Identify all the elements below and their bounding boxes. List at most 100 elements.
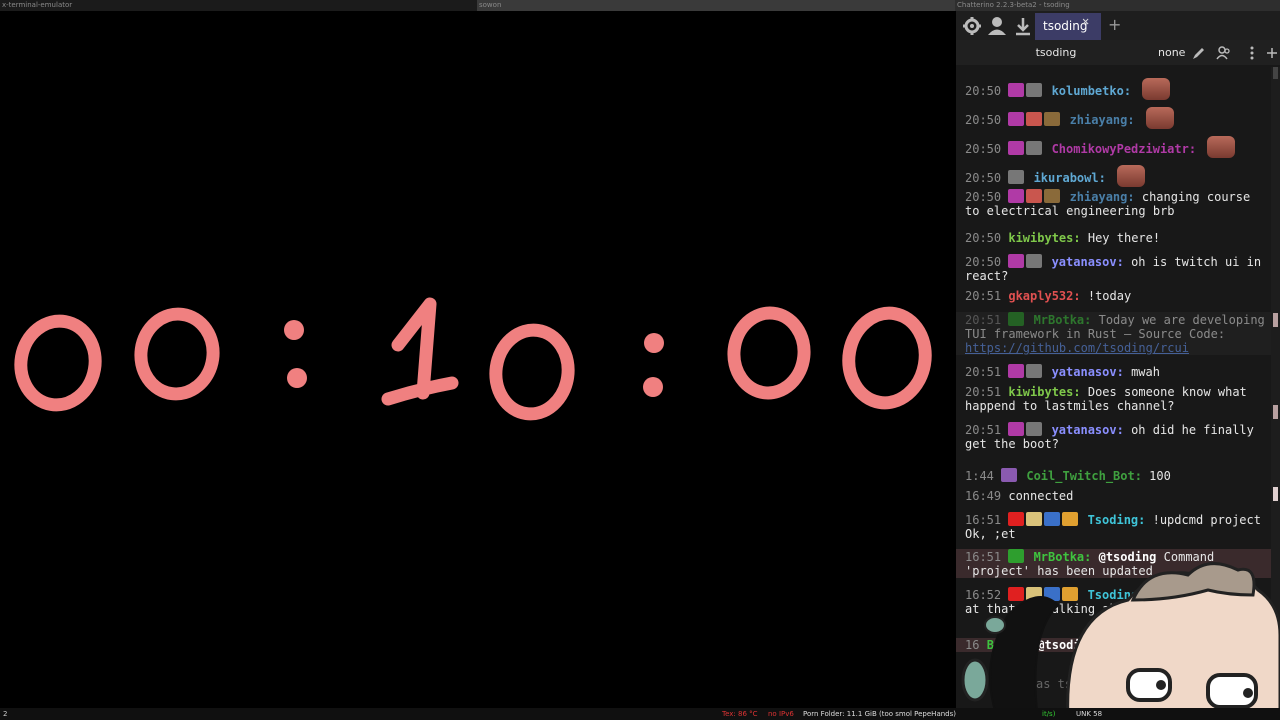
message-timestamp: 1:44 bbox=[965, 469, 1002, 483]
chat-username[interactable]: ChomikowyPedziwiatr: bbox=[1044, 142, 1203, 156]
chat-message[interactable]: 20:50 zhiayang: changing course to elect… bbox=[956, 189, 1271, 218]
badge-icon[interactable] bbox=[1008, 254, 1025, 268]
chat-message[interactable]: 16:49 connected bbox=[956, 489, 1271, 503]
chat-message[interactable]: 20:50 ikurabowl: bbox=[956, 165, 1271, 187]
download-icon[interactable] bbox=[1013, 16, 1033, 36]
message-timestamp: 20:50 bbox=[965, 171, 1009, 185]
chat-username[interactable]: MrBotka: bbox=[1026, 313, 1098, 327]
scrollbar-thumb[interactable] bbox=[1273, 67, 1278, 79]
message-timestamp: 20:51 bbox=[965, 385, 1009, 399]
terminal-window-title[interactable]: x-terminal-emulator bbox=[2, 0, 477, 11]
chat-message[interactable]: 20:51 MrBotka: Today we are developing T… bbox=[956, 312, 1271, 355]
badge-icon[interactable] bbox=[1026, 83, 1043, 97]
chat-username[interactable]: gkaply532: bbox=[1008, 289, 1087, 303]
message-timestamp: 20:51 bbox=[965, 313, 1009, 327]
chat-message[interactable]: 20:50 yatanasov: oh is twitch ui in reac… bbox=[956, 254, 1271, 283]
badge-icon[interactable] bbox=[1001, 468, 1018, 482]
chat-username[interactable]: yatanasov: bbox=[1044, 255, 1131, 269]
plus-icon[interactable]: + bbox=[1108, 15, 1121, 35]
badge-icon[interactable] bbox=[1026, 189, 1043, 203]
chat-message[interactable]: 20:50 zhiayang: bbox=[956, 107, 1271, 129]
tab-tsoding[interactable]: tsoding bbox=[1035, 13, 1101, 40]
chat-message[interactable]: 16:51 Tsoding: !updcmd project Ok, ;et bbox=[956, 512, 1271, 541]
mod-status[interactable]: none bbox=[1158, 40, 1185, 65]
message-link[interactable]: https://github.com/tsoding/rcui bbox=[965, 341, 1189, 355]
badge-icon[interactable] bbox=[1008, 422, 1025, 436]
badge-icon[interactable] bbox=[1044, 112, 1061, 126]
vtuber-avatar bbox=[961, 562, 1280, 720]
message-timestamp: 20:51 bbox=[965, 423, 1009, 437]
chat-message[interactable]: 20:51 yatanasov: mwah bbox=[956, 364, 1271, 379]
chat-username[interactable]: kolumbetko: bbox=[1044, 84, 1138, 98]
countdown-timer bbox=[0, 11, 955, 708]
badge-icon[interactable] bbox=[1026, 112, 1043, 126]
digit-1 bbox=[381, 297, 459, 406]
badge-icon[interactable] bbox=[1044, 189, 1061, 203]
badge-icon[interactable] bbox=[1026, 422, 1043, 436]
message-timestamp: 20:50 bbox=[965, 113, 1009, 127]
message-text: 100 bbox=[1149, 469, 1171, 483]
status-bar: 2 Tex: 86 °C no IPv6 Porn Folder: 11.1 G… bbox=[0, 708, 1280, 720]
chat-message[interactable]: 20:50 kiwibytes: Hey there! bbox=[956, 231, 1271, 245]
badge-icon[interactable] bbox=[1026, 364, 1043, 378]
badge-icon[interactable] bbox=[1026, 141, 1043, 155]
badge-icon[interactable] bbox=[1044, 512, 1061, 526]
badge-icon[interactable] bbox=[1026, 512, 1043, 526]
chat-username[interactable]: kiwibytes: bbox=[1008, 231, 1087, 245]
scrollbar-marker bbox=[1273, 405, 1278, 419]
chat-message[interactable]: 20:50 kolumbetko: bbox=[956, 78, 1271, 100]
chatterino-window-title[interactable]: Chatterino 2.2.3-beta2 - tsoding bbox=[955, 0, 1280, 11]
badge-icon[interactable] bbox=[1008, 312, 1025, 326]
chat-username[interactable]: Tsoding: bbox=[1080, 513, 1152, 527]
chat-message[interactable]: 1:44 Coil_Twitch_Bot: 100 bbox=[956, 468, 1271, 483]
message-text: mwah bbox=[1131, 365, 1160, 379]
sowon-window-title[interactable]: sowon bbox=[477, 0, 955, 11]
load-readout: it/s) bbox=[1042, 710, 1056, 718]
pencil-icon[interactable] bbox=[1191, 45, 1207, 61]
chat-username[interactable]: ikurabowl: bbox=[1026, 171, 1113, 185]
message-timestamp: 20:50 bbox=[965, 255, 1009, 269]
badge-icon[interactable] bbox=[1062, 512, 1079, 526]
chat-username[interactable]: yatanasov: bbox=[1044, 365, 1131, 379]
close-icon[interactable]: ✕ bbox=[1082, 14, 1089, 28]
message-timestamp: 20:50 bbox=[965, 231, 1009, 245]
digit-0-e bbox=[842, 306, 932, 410]
chat-username[interactable]: yatanasov: bbox=[1044, 423, 1131, 437]
colon-1-bottom bbox=[287, 368, 307, 388]
chat-username[interactable]: Coil_Twitch_Bot: bbox=[1019, 469, 1149, 483]
badge-icon[interactable] bbox=[1008, 83, 1025, 97]
add-split-icon[interactable] bbox=[1264, 45, 1280, 61]
chat-message[interactable]: 20:51 yatanasov: oh did he finally get t… bbox=[956, 422, 1271, 451]
emote-icon[interactable] bbox=[1145, 107, 1174, 129]
disk-readout: Porn Folder: 11.1 GiB (too smol PepeHand… bbox=[803, 710, 956, 718]
split-channel-title[interactable]: tsoding bbox=[956, 40, 1156, 65]
chat-username[interactable]: zhiayang: bbox=[1062, 113, 1141, 127]
emote-icon[interactable] bbox=[1207, 136, 1236, 158]
chat-message[interactable]: 20:50 ChomikowyPedziwiatr: bbox=[956, 136, 1271, 158]
split-header: tsoding none bbox=[956, 40, 1280, 65]
account-icon[interactable] bbox=[987, 16, 1007, 36]
chat-message[interactable]: 20:51 kiwibytes: Does someone know what … bbox=[956, 385, 1271, 413]
badge-icon[interactable] bbox=[1008, 512, 1025, 526]
badge-icon[interactable] bbox=[1008, 364, 1025, 378]
digit-0-c bbox=[489, 323, 575, 421]
message-text: connected bbox=[1008, 489, 1074, 503]
emote-icon[interactable] bbox=[1142, 78, 1171, 100]
digit-0-a bbox=[14, 314, 102, 412]
chat-username[interactable]: kiwibytes: bbox=[1008, 385, 1087, 399]
gear-icon[interactable] bbox=[962, 16, 982, 36]
workspace-indicator[interactable]: 2 bbox=[3, 708, 7, 720]
colon-2-top bbox=[644, 333, 664, 353]
badge-icon[interactable] bbox=[1008, 141, 1025, 155]
badge-icon[interactable] bbox=[1026, 254, 1043, 268]
message-timestamp: 20:50 bbox=[965, 84, 1009, 98]
chat-message[interactable]: 20:51 gkaply532: !today bbox=[956, 289, 1271, 303]
chat-username[interactable]: zhiayang: bbox=[1062, 190, 1141, 204]
more-icon[interactable] bbox=[1244, 45, 1260, 61]
users-icon[interactable] bbox=[1216, 45, 1232, 61]
badge-icon[interactable] bbox=[1008, 112, 1025, 126]
badge-icon[interactable] bbox=[1008, 189, 1025, 203]
badge-icon[interactable] bbox=[1008, 170, 1025, 184]
emote-icon[interactable] bbox=[1117, 165, 1146, 187]
scrollbar-marker bbox=[1273, 487, 1278, 501]
